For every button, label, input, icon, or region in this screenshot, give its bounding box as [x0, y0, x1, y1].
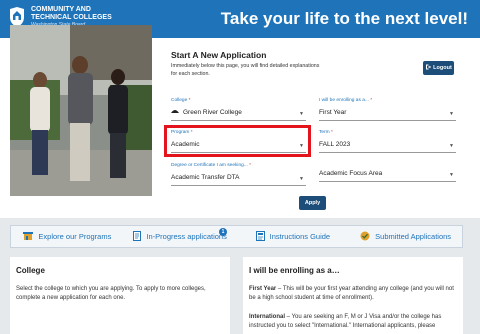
- chevron-down-icon: ▼: [299, 111, 304, 117]
- logout-button[interactable]: Logout: [423, 61, 454, 75]
- logout-label: Logout: [433, 65, 452, 71]
- degree-label: Degree or Certificate I am seeking... *: [171, 163, 252, 168]
- logo-line-2: TECHNICAL COLLEGES: [31, 14, 112, 21]
- form-subtitle: Immediately below this page, you will fi…: [171, 63, 320, 77]
- logo-line-1: COMMUNITY AND: [31, 6, 91, 13]
- nav-in-progress-label: In-Progress applications: [146, 232, 227, 241]
- document-icon: [133, 230, 142, 243]
- apply-button[interactable]: Apply: [299, 196, 326, 210]
- first-year-description: First Year – This will be your first yea…: [249, 286, 454, 301]
- students-photo: [10, 25, 152, 196]
- college-card-body: Select the college to which you are appl…: [16, 286, 206, 301]
- quick-links-bar: Explore our Programs In-Progress applica…: [10, 225, 463, 248]
- building-icon: [23, 231, 34, 242]
- chevron-down-icon: ▼: [449, 172, 454, 178]
- logout-icon: [425, 64, 432, 72]
- college-card-title: College: [16, 266, 45, 275]
- focus-area-value: Academic Focus Area: [319, 170, 383, 177]
- focus-area-select[interactable]: Academic Focus Area ▼: [319, 166, 456, 182]
- enrolling-value: First Year: [319, 109, 347, 116]
- degree-value: Academic Transfer DTA: [171, 174, 240, 181]
- college-label: College *: [171, 98, 191, 103]
- term-label: Term *: [319, 130, 333, 135]
- checklist-icon: [360, 231, 370, 243]
- college-value: Green River College: [183, 109, 242, 116]
- nav-explore-programs[interactable]: Explore our Programs: [11, 226, 124, 247]
- chevron-down-icon: ▼: [449, 111, 454, 117]
- degree-select[interactable]: Academic Transfer DTA ▼: [171, 170, 306, 186]
- nav-instructions-label: Instructions Guide: [269, 232, 331, 241]
- header-tagline: Take your life to the next level!: [220, 9, 468, 28]
- form-title: Start A New Application: [171, 50, 267, 60]
- enrolling-card-title: I will be enrolling as a…: [249, 266, 340, 275]
- guide-icon: [255, 230, 265, 243]
- nav-instructions-guide[interactable]: Instructions Guide: [237, 226, 350, 247]
- program-highlight-box: [164, 125, 311, 157]
- international-description: International – You are seeking an F, M …: [249, 314, 442, 329]
- first-year-term: First Year: [249, 286, 277, 292]
- term-select[interactable]: FALL 2023 ▼: [319, 137, 456, 153]
- international-term: International: [249, 314, 286, 320]
- college-info-card: College Select the college to which you …: [10, 257, 230, 334]
- college-icon: [171, 109, 179, 116]
- chevron-down-icon: ▼: [449, 143, 454, 149]
- nav-explore-programs-label: Explore our Programs: [38, 232, 112, 241]
- term-value: FALL 2023: [319, 141, 351, 148]
- enrolling-info-card: I will be enrolling as a… First Year – T…: [243, 257, 463, 334]
- in-progress-count-badge: 1: [219, 228, 227, 236]
- college-select[interactable]: Green River College ▼: [171, 105, 306, 121]
- enrolling-label: I will be enrolling as a... *: [319, 98, 373, 103]
- nav-submitted-label: Submitted Applications: [375, 232, 452, 241]
- nav-submitted-applications[interactable]: Submitted Applications: [349, 226, 462, 247]
- chevron-down-icon: ▼: [299, 176, 304, 182]
- enrolling-select[interactable]: First Year ▼: [319, 105, 456, 121]
